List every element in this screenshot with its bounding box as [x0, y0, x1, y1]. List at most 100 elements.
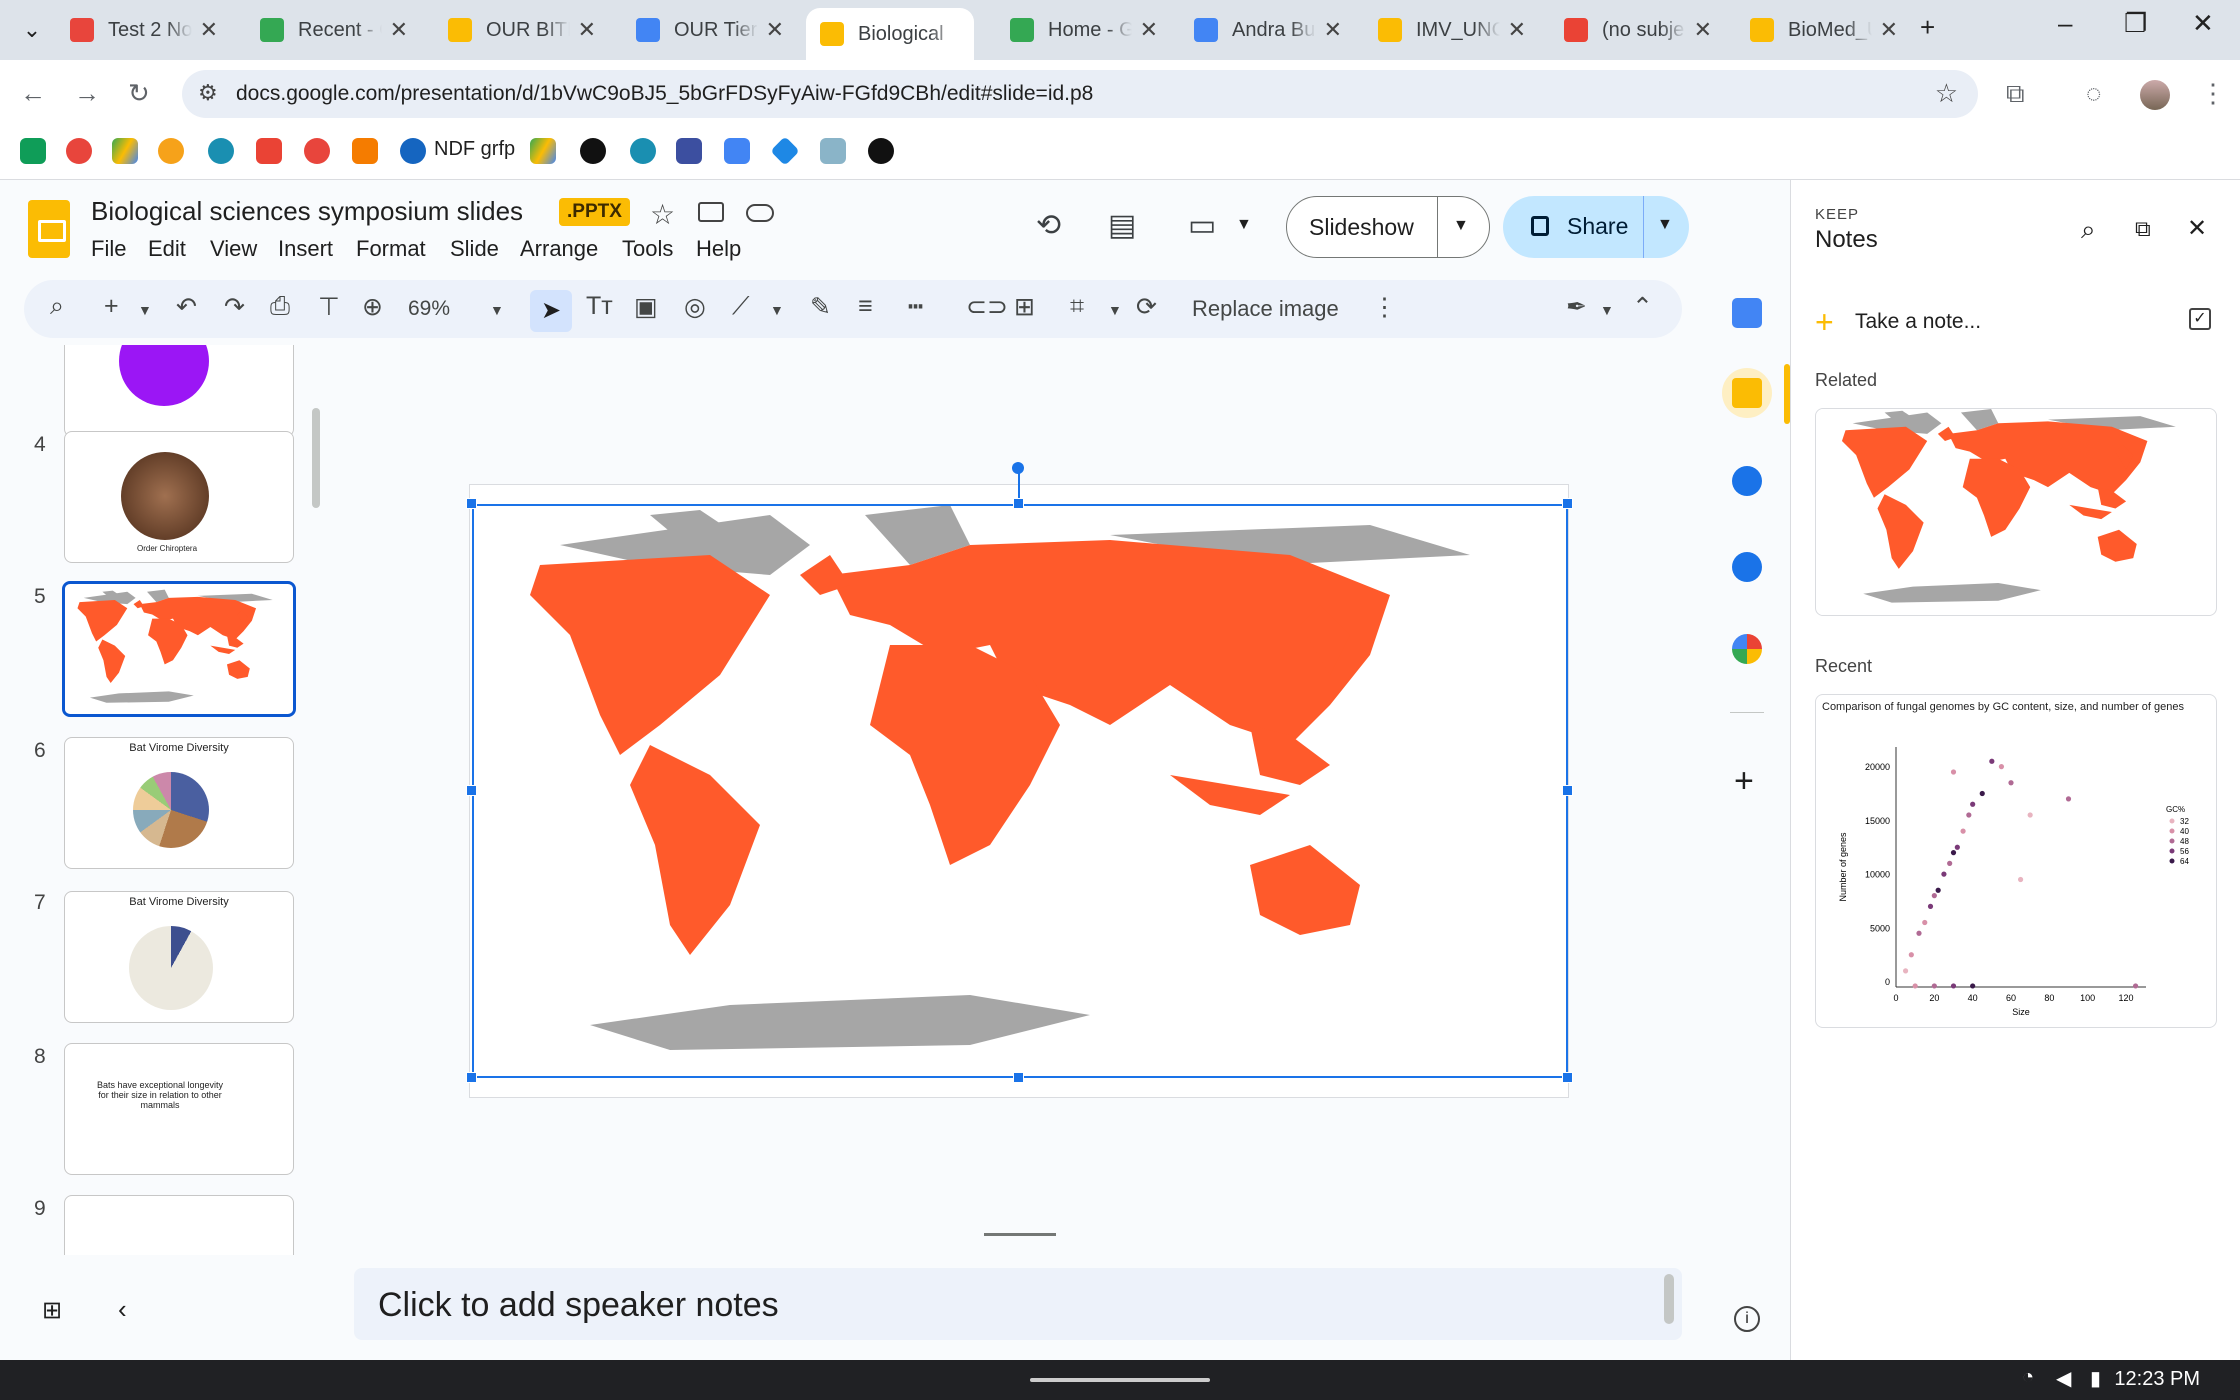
slide-thumbnail-9[interactable]	[64, 1195, 294, 1255]
bookmark-icon[interactable]	[676, 138, 702, 164]
drive-icon[interactable]	[530, 138, 556, 164]
image-selection-box[interactable]	[472, 504, 1568, 1078]
menu-arrange[interactable]: Arrange	[520, 236, 598, 262]
new-slide-dropdown-icon[interactable]: ▼	[138, 302, 152, 318]
tasks-icon[interactable]	[1732, 466, 1762, 496]
bookmark-star-icon[interactable]: ☆	[1935, 78, 1958, 109]
tab-close-icon[interactable]: ✕	[200, 17, 218, 43]
bookmark-icon[interactable]	[630, 138, 656, 164]
meet-icon[interactable]: ▭	[1188, 208, 1216, 243]
print-icon[interactable]: ⎙	[270, 292, 290, 321]
slideshow-dropdown-icon[interactable]: ▼	[1453, 217, 1469, 235]
star-icon[interactable]: ☆	[650, 198, 675, 231]
document-title[interactable]: Biological sciences symposium slides	[91, 196, 523, 227]
menu-file[interactable]: File	[91, 236, 126, 262]
search-icon[interactable]: ⌕	[2081, 214, 2096, 246]
pen-tool-icon[interactable]: ✒	[1566, 292, 1587, 322]
bookmark-icon[interactable]	[820, 138, 846, 164]
browser-tab[interactable]: BioMed_U ✕	[1736, 8, 1912, 52]
slideshow-button[interactable]: Slideshow ▼	[1286, 196, 1490, 258]
slide-thumbnail-6[interactable]: Bat Virome Diversity	[64, 737, 294, 869]
filmstrip[interactable]: 4 Order Chiroptera 5 6 Bat Virome Divers…	[0, 345, 312, 1255]
resize-handle-se[interactable]	[1562, 1072, 1573, 1083]
replace-image-button[interactable]: Replace image	[1192, 296, 1339, 322]
info-icon[interactable]: i	[1734, 1306, 1760, 1332]
crop-dropdown-icon[interactable]: ▼	[1108, 302, 1122, 318]
slide-thumbnail-5[interactable]	[62, 581, 296, 717]
slide-thumbnail-7[interactable]: Bat Virome Diversity	[64, 891, 294, 1023]
collapse-toolbar-icon[interactable]: ⌃	[1632, 292, 1653, 322]
border-dash-icon[interactable]: ┅	[908, 292, 923, 322]
menu-format[interactable]: Format	[356, 236, 426, 262]
tab-close-icon[interactable]: ✕	[1694, 17, 1712, 43]
more-options-icon[interactable]: ⋮	[1372, 292, 1397, 322]
bookmark-icon[interactable]	[868, 138, 894, 164]
volume-icon[interactable]: ◀	[2056, 1366, 2071, 1391]
resize-handle-sw[interactable]	[466, 1072, 477, 1083]
zoom-icon[interactable]: ⊕	[362, 292, 383, 322]
profile-avatar[interactable]	[2140, 80, 2170, 110]
related-note-card[interactable]	[1815, 408, 2217, 616]
bookmark-icon[interactable]	[158, 138, 184, 164]
calendar-icon[interactable]	[1732, 298, 1762, 328]
border-color-icon[interactable]: ✎	[810, 292, 831, 322]
browser-tab[interactable]: Andra Bu ✕	[1180, 8, 1356, 52]
pen-dropdown-icon[interactable]: ▼	[1600, 302, 1614, 318]
calendar-icon[interactable]	[724, 138, 750, 164]
bookmark-icon[interactable]	[20, 138, 46, 164]
back-icon[interactable]: ←	[20, 78, 46, 109]
site-info-icon[interactable]: ⚙	[198, 80, 218, 106]
line-dropdown-icon[interactable]: ▼	[770, 302, 784, 318]
new-tab-button[interactable]: +	[1920, 12, 1935, 43]
share-button[interactable]: Share ▼	[1503, 196, 1689, 258]
extensions-icon[interactable]: ⧉	[2006, 78, 2025, 110]
bookmark-ndf[interactable]: NDF grfp	[434, 138, 515, 161]
tab-close-icon[interactable]: ✕	[390, 17, 408, 43]
minimize-button[interactable]: –	[2058, 8, 2072, 39]
take-note-row[interactable]: + Take a note...	[1815, 304, 2215, 344]
open-in-new-icon[interactable]: ⧉	[2135, 216, 2151, 242]
browser-tab[interactable]: Test 2 Not ✕	[56, 8, 232, 52]
menu-tools[interactable]: Tools	[622, 236, 673, 262]
comments-icon[interactable]: ▤	[1108, 208, 1136, 243]
line-icon[interactable]: ⟋	[732, 292, 750, 321]
forward-icon[interactable]: →	[74, 78, 100, 109]
bookmark-icon[interactable]	[304, 138, 330, 164]
search-menus-icon[interactable]: ⌕	[50, 292, 64, 321]
bookmark-icon[interactable]	[352, 138, 378, 164]
resize-handle-n[interactable]	[1013, 498, 1024, 509]
clock[interactable]: 12:23 PM	[2114, 1368, 2200, 1391]
add-comment-icon[interactable]: ⊞	[1014, 292, 1035, 322]
browser-tab[interactable]: Biological	[806, 8, 974, 60]
wifi-icon[interactable]: ◔	[2022, 1366, 2034, 1389]
restore-button[interactable]: ❐	[2124, 8, 2147, 39]
grid-view-icon[interactable]: ⊞	[42, 1296, 62, 1325]
close-window-button[interactable]: ✕	[2192, 8, 2214, 39]
add-addon-icon[interactable]: +	[1734, 762, 1754, 801]
paint-format-icon[interactable]: ⊤	[318, 292, 340, 322]
browser-tab[interactable]: OUR Tier I ✕	[622, 8, 798, 52]
battery-icon[interactable]: ▮	[2090, 1366, 2101, 1391]
tab-close-icon[interactable]: ✕	[1140, 17, 1158, 43]
new-slide-icon[interactable]: +	[104, 292, 119, 321]
slide-thumbnail-8[interactable]: Bats have exceptional longevity for thei…	[64, 1043, 294, 1175]
undo-icon[interactable]: ↶	[176, 292, 197, 322]
menu-view[interactable]: View	[210, 236, 257, 262]
menu-edit[interactable]: Edit	[148, 236, 186, 262]
browser-menu-icon[interactable]: ⋮	[2200, 78, 2226, 109]
resize-handle-ne[interactable]	[1562, 498, 1573, 509]
slide-thumbnail-4[interactable]: Order Chiroptera	[64, 431, 294, 563]
close-icon[interactable]: ✕	[2187, 214, 2207, 243]
resize-handle-nw[interactable]	[466, 498, 477, 509]
drive-icon[interactable]	[112, 138, 138, 164]
browser-tab[interactable]: Home - G ✕	[996, 8, 1172, 52]
browser-tab[interactable]: IMV_UNC ✕	[1364, 8, 1540, 52]
tab-close-icon[interactable]: ✕	[1508, 17, 1526, 43]
contacts-icon[interactable]	[1732, 552, 1762, 582]
maps-icon[interactable]	[1732, 634, 1762, 664]
cloud-status-icon[interactable]	[746, 204, 774, 222]
browser-tab[interactable]: OUR BITE ✕	[434, 8, 610, 52]
tab-close-icon[interactable]: ✕	[1880, 17, 1898, 43]
tab-close-icon[interactable]: ✕	[1324, 17, 1342, 43]
reset-image-icon[interactable]: ⟳	[1136, 292, 1157, 322]
